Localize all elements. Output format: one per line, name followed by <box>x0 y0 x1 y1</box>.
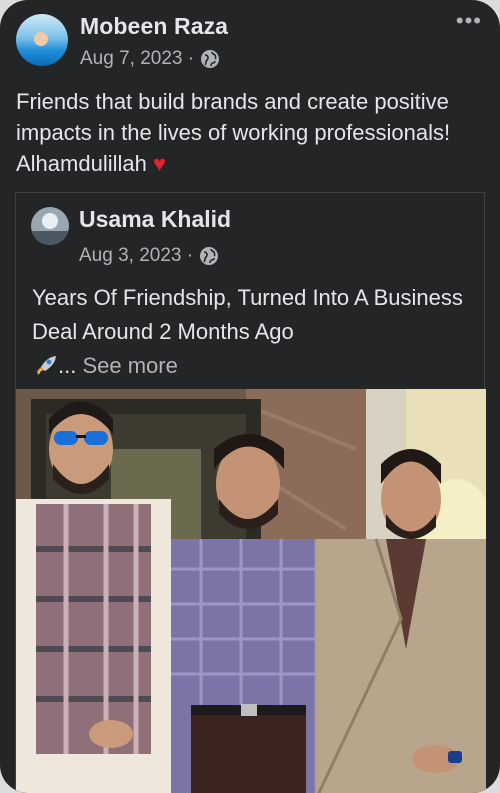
post-text: Friends that build brands and create pos… <box>16 86 486 179</box>
post-text-content: Friends that build brands and create pos… <box>16 89 451 176</box>
heart-icon: ♥ <box>152 151 167 176</box>
more-options-icon[interactable]: ••• <box>456 10 482 32</box>
shared-post-meta: Aug 3, 2023 · <box>79 245 219 267</box>
ellipsis: ... <box>58 353 83 378</box>
rocket-icon <box>36 356 56 375</box>
shared-post-date[interactable]: Aug 3, 2023 · <box>79 245 193 267</box>
post-photo[interactable] <box>16 389 486 793</box>
post-date[interactable]: Aug 7, 2023 · <box>80 48 194 70</box>
post-card: Mobeen Raza Aug 7, 2023 · ••• Friends th… <box>0 0 500 793</box>
post-meta: Aug 7, 2023 · <box>80 48 220 70</box>
shared-post[interactable]: Usama Khalid Aug 3, 2023 · Years Of Frie… <box>15 192 486 793</box>
globe-icon <box>201 50 220 68</box>
shared-author-name[interactable]: Usama Khalid <box>79 206 231 233</box>
shared-author-avatar[interactable] <box>31 207 69 245</box>
see-more-link[interactable]: See more <box>82 353 177 378</box>
shared-post-text: Years Of Friendship, Turned Into A Busin… <box>32 281 472 383</box>
author-name[interactable]: Mobeen Raza <box>80 13 228 40</box>
photo-illustration <box>16 389 486 793</box>
shared-text-content: Years Of Friendship, Turned Into A Busin… <box>32 285 463 344</box>
author-avatar[interactable] <box>16 14 68 66</box>
globe-icon <box>200 247 219 265</box>
